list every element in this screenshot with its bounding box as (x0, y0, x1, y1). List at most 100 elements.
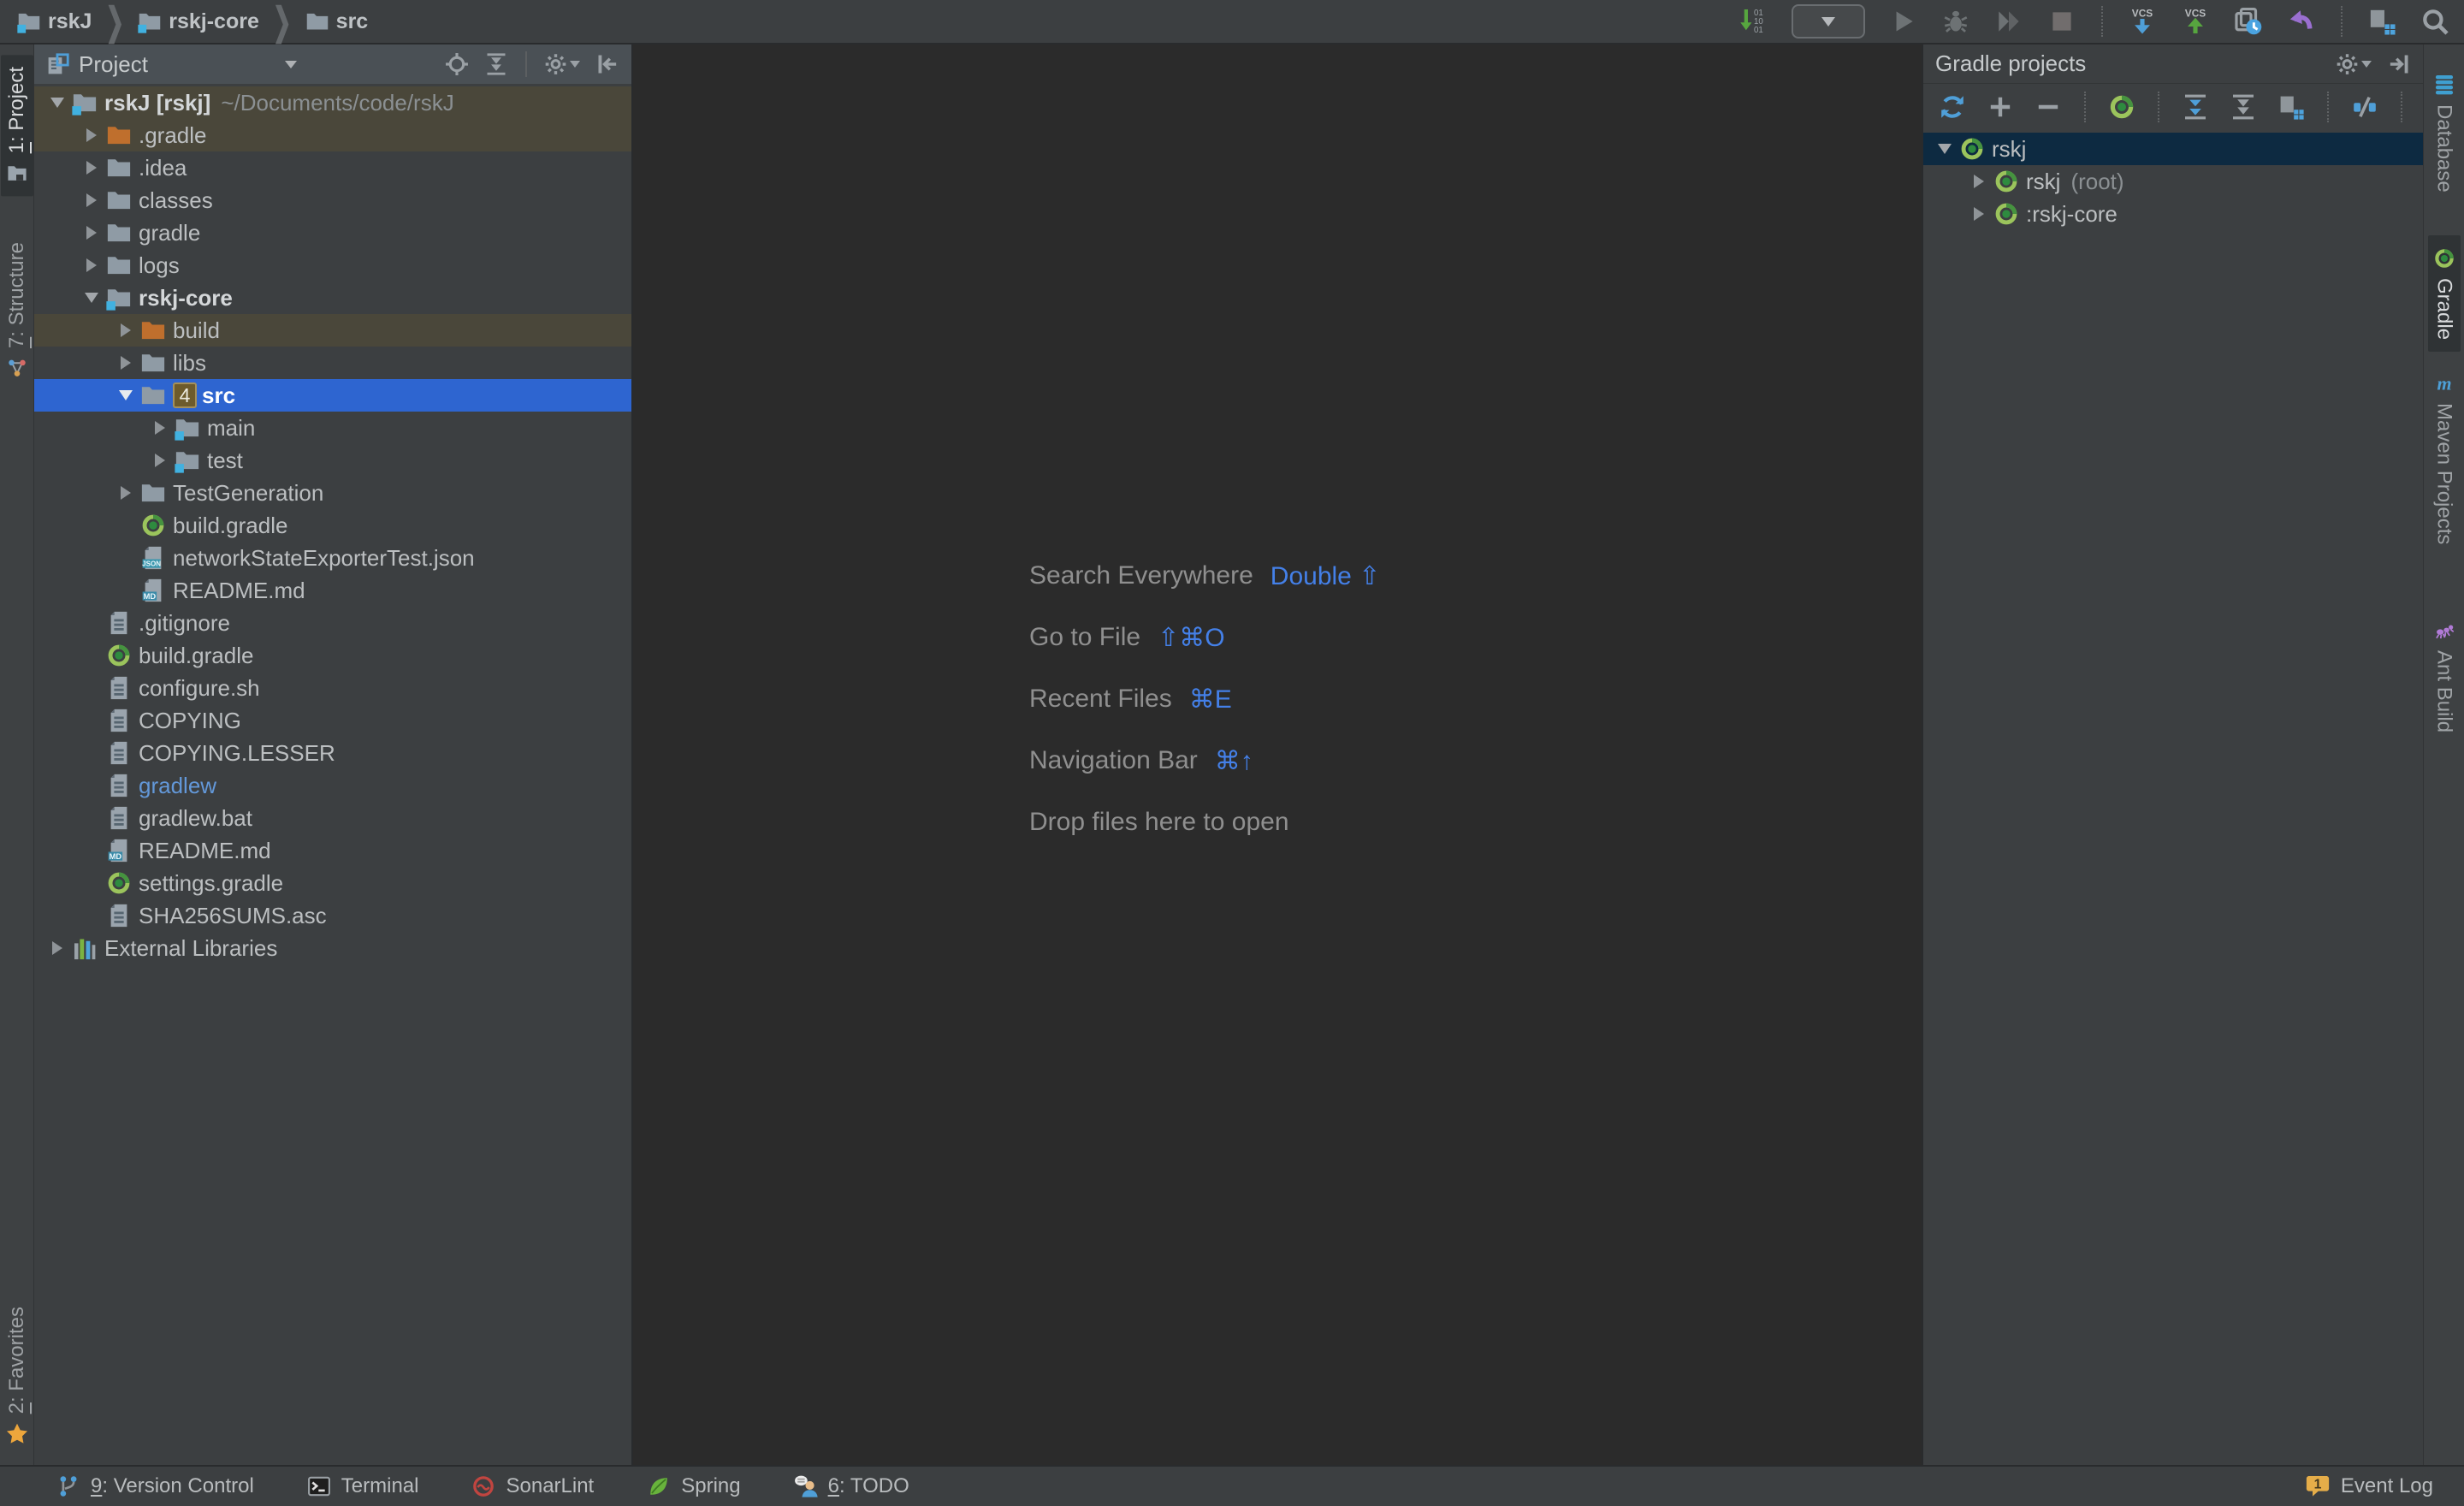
tool-window-button-ant-build[interactable]: Ant Build (2428, 608, 2461, 744)
tree-row-settings-gradle[interactable]: settings.gradle (34, 867, 631, 899)
run-configuration-selector[interactable] (1792, 4, 1865, 39)
rollback-button[interactable] (2286, 6, 2317, 37)
expand-arrow-icon[interactable] (1968, 170, 1990, 193)
stop-button[interactable] (2046, 6, 2077, 37)
tree-row-configure-sh[interactable]: configure.sh (34, 672, 631, 704)
expand-arrow-icon[interactable] (149, 449, 171, 471)
collapse-arrow-icon[interactable] (1934, 138, 1956, 160)
run-gradle-task-button[interactable] (2108, 93, 2135, 121)
tree-row-rskj-rskj[interactable]: rskJ [rskj]~/Documents/code/rskJ (34, 86, 631, 119)
hide-right-button[interactable] (2387, 52, 2411, 76)
expand-arrow-icon[interactable] (80, 222, 103, 244)
tree-row-rskj-core[interactable]: :rskj-core (1923, 198, 2423, 230)
tree-row-libs[interactable]: libs (34, 347, 631, 379)
tree-row-rskj[interactable]: rskj(root) (1923, 165, 2423, 198)
file-text-icon (106, 903, 132, 928)
tool-window-button-gradle[interactable]: Gradle (2428, 235, 2461, 352)
breadcrumb-item-rskj-core[interactable]: rskj-core (134, 9, 263, 34)
project-view-selector-caret[interactable] (285, 61, 297, 68)
expand-arrow-icon[interactable] (115, 352, 137, 374)
tree-row-main[interactable]: main (34, 412, 631, 444)
folder-excluded-icon (106, 122, 132, 148)
tree-row-readme-md[interactable]: MDREADME.md (34, 574, 631, 607)
tree-row-gitignore[interactable]: .gitignore (34, 607, 631, 639)
tree-row-networkstateexportertest-json[interactable]: JSONnetworkStateExporterTest.json (34, 542, 631, 574)
expand-arrow-icon[interactable] (80, 254, 103, 276)
expand-all-button[interactable] (2182, 93, 2209, 121)
search-everywhere-button[interactable] (2420, 6, 2450, 37)
gradle-icon (1959, 136, 1985, 162)
tool-window-button-7-structure[interactable]: 7: Structure (1, 230, 33, 391)
detach-gradle-project-button[interactable] (2035, 93, 2062, 121)
project-panel-title: Project (79, 51, 148, 78)
collapse-all-button[interactable] (484, 52, 508, 76)
fetch-sources-button[interactable]: 011001 (1738, 6, 1769, 37)
tool-window-button-1-project[interactable]: 1: Project (1, 55, 33, 196)
folder-icon (140, 350, 166, 376)
expand-arrow-icon[interactable] (1968, 203, 1990, 225)
expand-arrow-icon[interactable] (80, 189, 103, 211)
attach-gradle-project-button[interactable] (1987, 93, 2014, 121)
collapse-arrow-icon[interactable] (46, 92, 68, 114)
breadcrumb-item-src[interactable]: src (302, 9, 372, 34)
tree-row-gradle[interactable]: .gradle (34, 119, 631, 151)
project-structure-button[interactable] (2366, 6, 2397, 37)
statusbar-button-6-todo[interactable]: 6: TODO (794, 1474, 909, 1498)
tree-row-build-gradle[interactable]: build.gradle (34, 639, 631, 672)
drop-files-hint: Drop files here to open (1029, 792, 1380, 853)
project-tab-icon (6, 162, 28, 184)
tree-row-idea[interactable]: .idea (34, 151, 631, 184)
expand-arrow-icon[interactable] (149, 417, 171, 439)
commit-changes-button[interactable]: VCS (2180, 6, 2211, 37)
toolbar-separator (2401, 92, 2402, 122)
collapse-arrow-icon[interactable] (115, 384, 137, 406)
tree-row-copying-lesser[interactable]: COPYING.LESSER (34, 737, 631, 769)
event-log-widget[interactable]: 1 Event Log (2305, 1473, 2433, 1499)
tool-window-button-maven-projects[interactable]: mMaven Projects (2428, 360, 2461, 556)
tool-window-button-database[interactable]: Database (2428, 62, 2461, 205)
recent-changes-button[interactable] (2233, 6, 2264, 37)
settings-button[interactable] (2336, 52, 2372, 76)
statusbar-button-9-version-control[interactable]: 9: Version Control (56, 1474, 254, 1498)
tree-row-gradle[interactable]: gradle (34, 216, 631, 249)
tree-row-rskj-core[interactable]: rskj-core (34, 282, 631, 314)
toggle-offline-mode-button[interactable] (2351, 93, 2378, 121)
tree-row-src[interactable]: 4src (34, 379, 631, 412)
tree-row-copying[interactable]: COPYING (34, 704, 631, 737)
tree-row-build-gradle[interactable]: build.gradle (34, 509, 631, 542)
run-with-coverage-button[interactable] (1993, 6, 2024, 37)
statusbar-button-terminal[interactable]: Terminal (307, 1474, 419, 1498)
update-project-button[interactable]: VCS (2127, 6, 2158, 37)
tree-row-readme-md[interactable]: MDREADME.md (34, 834, 631, 867)
locate-button[interactable] (445, 52, 469, 76)
tree-row-gradlew-bat[interactable]: gradlew.bat (34, 802, 631, 834)
tree-row-sha256sums-asc[interactable]: SHA256SUMS.asc (34, 899, 631, 932)
refresh-gradle-projects-button[interactable] (1939, 93, 1966, 121)
statusbar-button-sonarlint[interactable]: SonarLint (471, 1474, 594, 1498)
statusbar-button-spring[interactable]: Spring (647, 1474, 740, 1498)
tree-row-gradlew[interactable]: gradlew (34, 769, 631, 802)
hide-left-button[interactable] (595, 52, 619, 76)
tree-row-classes[interactable]: classes (34, 184, 631, 216)
expand-arrow-icon[interactable] (80, 124, 103, 146)
tree-row-test[interactable]: test (34, 444, 631, 477)
collapse-all-button[interactable] (2230, 93, 2257, 121)
spring-icon (647, 1474, 671, 1498)
tool-window-button-2-favorites[interactable]: 2: Favorites (1, 1295, 33, 1456)
expand-arrow-icon[interactable] (80, 157, 103, 179)
tree-row-external-libraries[interactable]: External Libraries (34, 932, 631, 964)
settings-button[interactable] (544, 52, 580, 76)
debug-button[interactable] (1940, 6, 1971, 37)
tree-row-build[interactable]: build (34, 314, 631, 347)
tree-row-testgeneration[interactable]: TestGeneration (34, 477, 631, 509)
tree-row-logs[interactable]: logs (34, 249, 631, 282)
collapse-arrow-icon[interactable] (80, 287, 103, 309)
expand-arrow-icon[interactable] (115, 482, 137, 504)
expand-arrow-icon[interactable] (46, 937, 68, 959)
group-by-modules-button[interactable] (2277, 93, 2305, 121)
tree-row-rskj[interactable]: rskj (1923, 133, 2423, 165)
expand-arrow-icon[interactable] (115, 319, 137, 341)
run-button[interactable] (1887, 6, 1918, 37)
right-strip-top-group: Database Gradle mMaven Projects Ant Build (2428, 44, 2461, 744)
breadcrumb-item-rskj[interactable]: rskJ (14, 9, 95, 34)
